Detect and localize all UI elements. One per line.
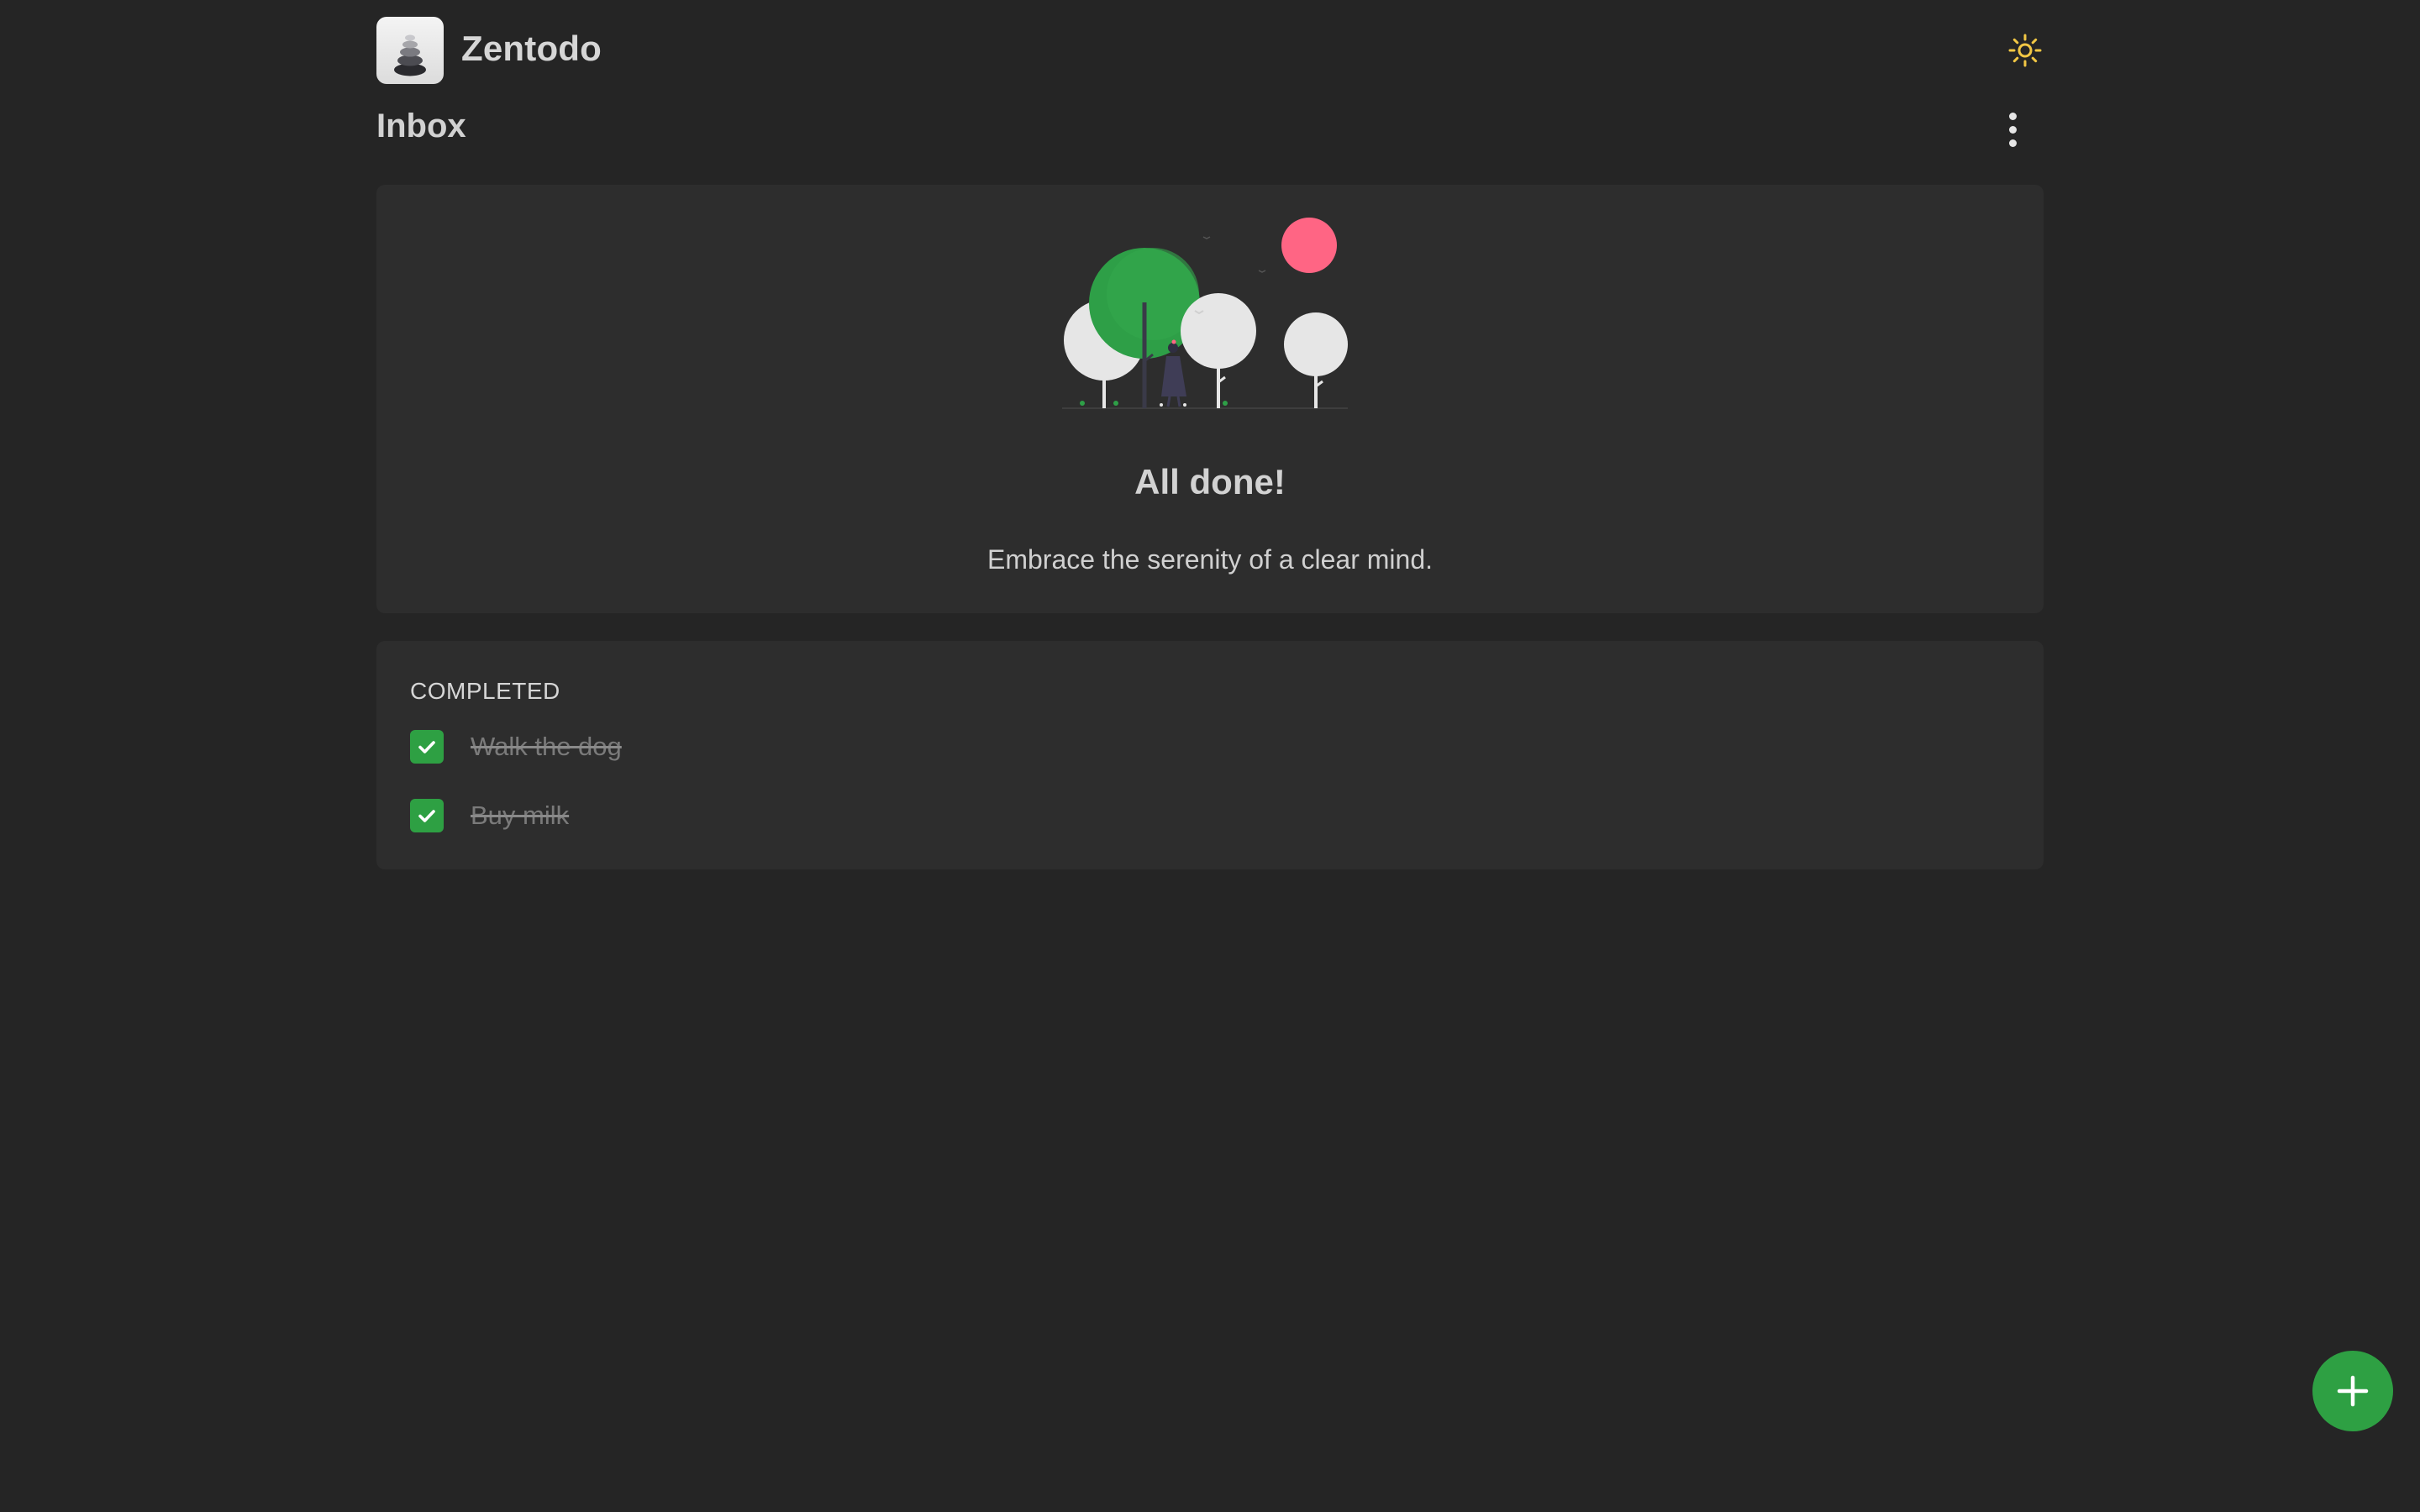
checkmark-icon <box>418 741 435 753</box>
title-row: Inbox <box>376 102 2044 156</box>
page-title: Inbox <box>376 108 466 144</box>
dot <box>2008 112 2017 120</box>
trees-and-person-illustration <box>1062 210 1358 412</box>
stacked-stones-icon <box>376 17 444 84</box>
empty-state-subtitle: Embrace the serenity of a clear mind. <box>986 544 1433 575</box>
task-label[interactable]: Walk the dog <box>471 732 622 762</box>
plus-icon <box>2337 1375 2369 1407</box>
task-checkbox[interactable] <box>410 730 444 764</box>
empty-state-title: All done! <box>1134 462 1286 501</box>
add-task-button[interactable] <box>2312 1351 2393 1431</box>
task-label[interactable]: Buy milk <box>471 801 569 831</box>
vertical-dots-icon[interactable] <box>2000 108 2025 151</box>
sun-icon[interactable] <box>2007 32 2044 69</box>
dot <box>2008 139 2017 147</box>
checkmark-icon <box>418 810 435 822</box>
app-name: Zentodo <box>461 29 602 68</box>
completed-section: COMPLETED Walk the dog Buy milk <box>376 641 2044 869</box>
dot <box>2008 125 2017 134</box>
completed-task: Walk the dog <box>410 728 622 765</box>
app-header: Zentodo <box>376 17 2044 84</box>
completed-heading: COMPLETED <box>410 678 560 704</box>
task-checkbox[interactable] <box>410 799 444 832</box>
empty-state-card: All done! Embrace the serenity of a clea… <box>376 185 2044 613</box>
completed-task: Buy milk <box>410 797 569 834</box>
